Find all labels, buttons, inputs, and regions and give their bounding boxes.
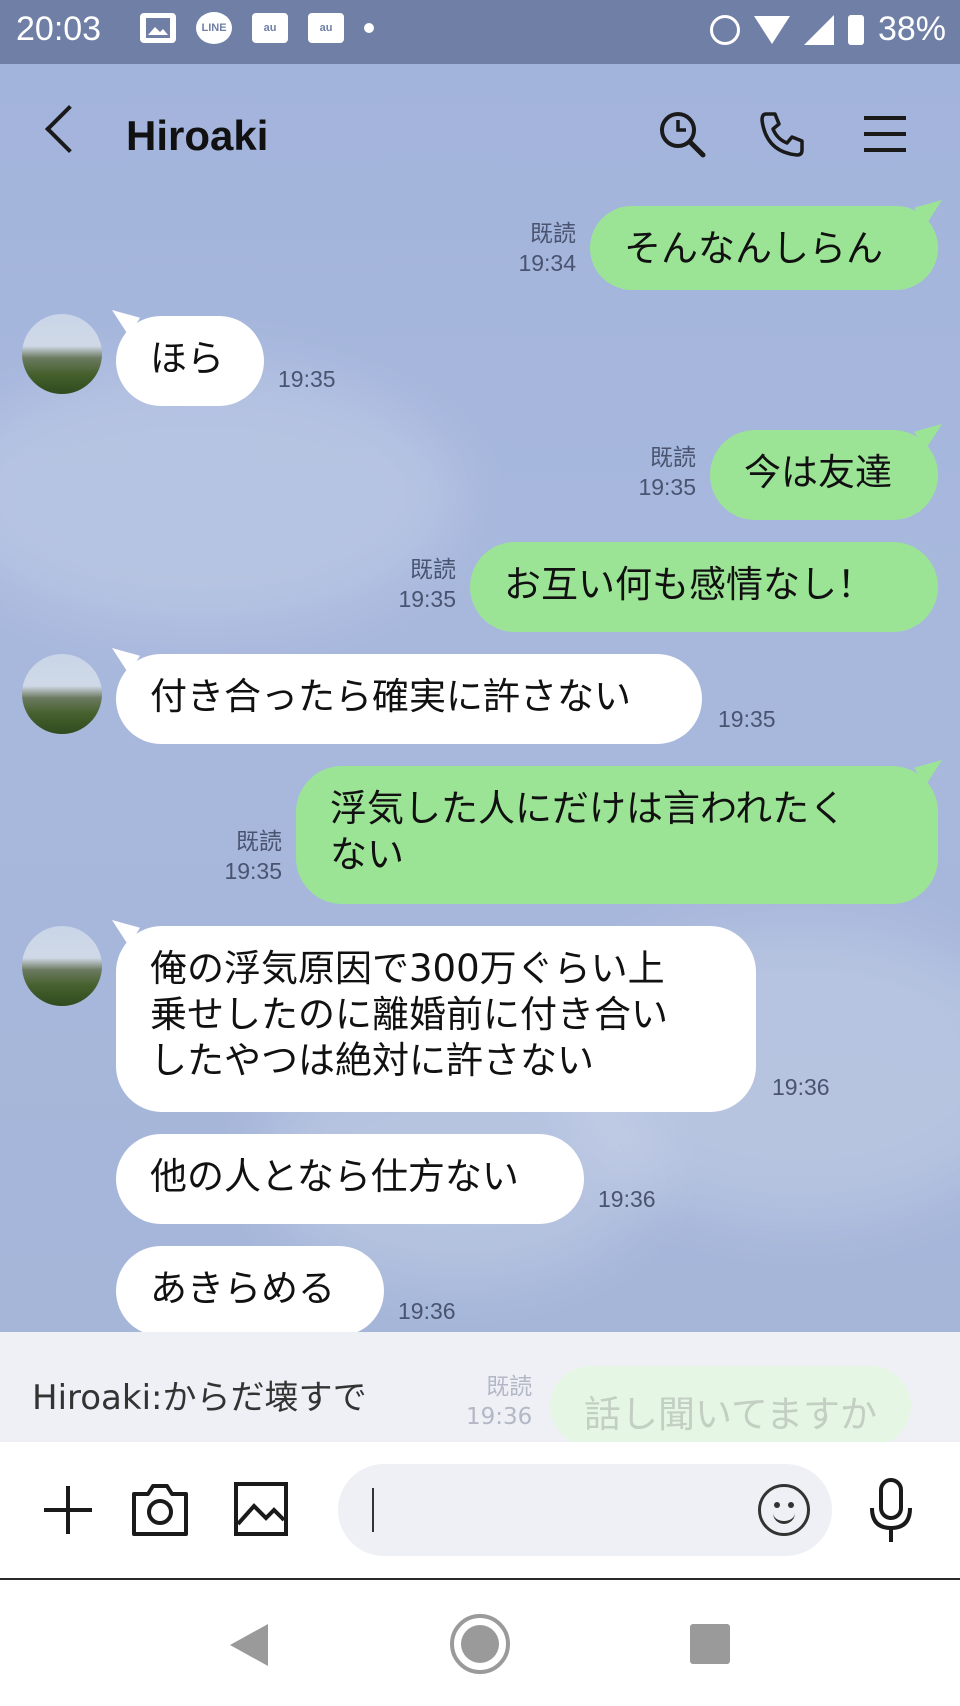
avatar[interactable] xyxy=(22,314,102,394)
message-time: 19:35 xyxy=(638,474,696,500)
read-receipt: 既読 xyxy=(530,220,576,246)
message-input[interactable] xyxy=(338,1464,832,1556)
message-bubble-received[interactable]: 付き合ったら確実に許さない xyxy=(116,654,702,744)
nav-recents-icon[interactable] xyxy=(688,1622,732,1666)
nav-back-icon[interactable] xyxy=(226,1620,272,1670)
message-time: 19:35 xyxy=(224,858,282,884)
menu-icon[interactable] xyxy=(862,108,908,160)
status-bar: 20:03 LINE au au 38% xyxy=(0,0,960,64)
message-meta: 既読 19:35 xyxy=(380,554,456,614)
message-time: 19:35 xyxy=(398,586,456,612)
au-mail-icon: au xyxy=(252,13,288,43)
message-bubble-sent[interactable]: そんなんしらん xyxy=(590,206,938,290)
signal-icon xyxy=(803,14,834,45)
dot-icon xyxy=(364,23,374,33)
chat-header: Hiroaki xyxy=(0,64,960,204)
message-time: 19:35 xyxy=(718,706,776,732)
ghost-time: 19:36 xyxy=(466,1404,533,1430)
phone-icon[interactable] xyxy=(756,108,808,160)
avatar[interactable] xyxy=(22,654,102,734)
preview-text: Hiroaki:からだ壊すで xyxy=(32,1378,367,1418)
message-bubble-received[interactable]: 俺の浮気原因で300万ぐらい上 乗せしたのに離婚前に付き合い したやつは絶対に許… xyxy=(116,926,756,1112)
avatar[interactable] xyxy=(22,926,102,1006)
ghost-read-receipt: 既読 xyxy=(486,1374,533,1400)
message-meta: 既読 19:35 xyxy=(620,442,696,502)
camera-icon[interactable] xyxy=(130,1480,190,1538)
message-time: 19:34 xyxy=(518,250,576,276)
message-preview-banner[interactable]: Hiroaki:からだ壊すで 既読 19:36 話し聞いてますか xyxy=(0,1332,960,1446)
message-bubble-received[interactable]: ほら xyxy=(116,316,264,406)
nav-home-icon[interactable] xyxy=(448,1612,512,1676)
au-mail-icon: au xyxy=(308,13,344,43)
battery-percent: 38% xyxy=(877,10,946,48)
search-icon[interactable] xyxy=(656,108,708,160)
line-icon: LINE xyxy=(196,12,232,44)
wifi-icon xyxy=(753,15,790,44)
message-bubble-sent[interactable]: 今は友達 xyxy=(710,430,938,520)
chat-area[interactable]: Hiroaki 既読 19:34 そんなんしらん ほら 19:35 既読 19:… xyxy=(0,64,960,1332)
read-receipt: 既読 xyxy=(236,828,282,854)
microphone-icon[interactable] xyxy=(866,1476,916,1546)
emoji-icon[interactable] xyxy=(758,1484,810,1536)
alarm-icon xyxy=(709,14,740,45)
battery-icon xyxy=(847,14,864,45)
message-input-bar xyxy=(0,1442,960,1580)
message-meta: 既読 19:34 xyxy=(500,218,576,278)
status-time: 20:03 xyxy=(16,10,102,48)
system-nav-bar xyxy=(0,1580,960,1706)
ghost-meta: 既読 19:36 xyxy=(466,1372,532,1432)
message-time: 19:36 xyxy=(772,1074,830,1100)
read-receipt: 既読 xyxy=(650,444,696,470)
notification-icons: LINE au au xyxy=(140,12,374,44)
back-arrow-icon[interactable] xyxy=(44,104,94,154)
ghost-message-bubble: 話し聞いてますか xyxy=(550,1366,912,1446)
message-time: 19:35 xyxy=(278,366,336,392)
message-meta: 既読 19:35 xyxy=(206,826,282,886)
message-bubble-sent[interactable]: お互い何も感情なし！ xyxy=(470,542,938,632)
message-time: 19:36 xyxy=(398,1298,456,1324)
message-bubble-received[interactable]: あきらめる xyxy=(116,1246,384,1332)
message-time: 19:36 xyxy=(598,1186,656,1212)
message-bubble-sent[interactable]: 浮気した人にだけは言われたく ない xyxy=(296,766,938,904)
read-receipt: 既読 xyxy=(410,556,456,582)
message-bubble-received[interactable]: 他の人となら仕方ない xyxy=(116,1134,584,1224)
image-icon[interactable] xyxy=(232,1480,290,1538)
image-icon xyxy=(140,13,176,43)
plus-icon[interactable] xyxy=(40,1482,96,1538)
text-caret xyxy=(372,1488,374,1532)
chat-title: Hiroaki xyxy=(126,112,269,159)
